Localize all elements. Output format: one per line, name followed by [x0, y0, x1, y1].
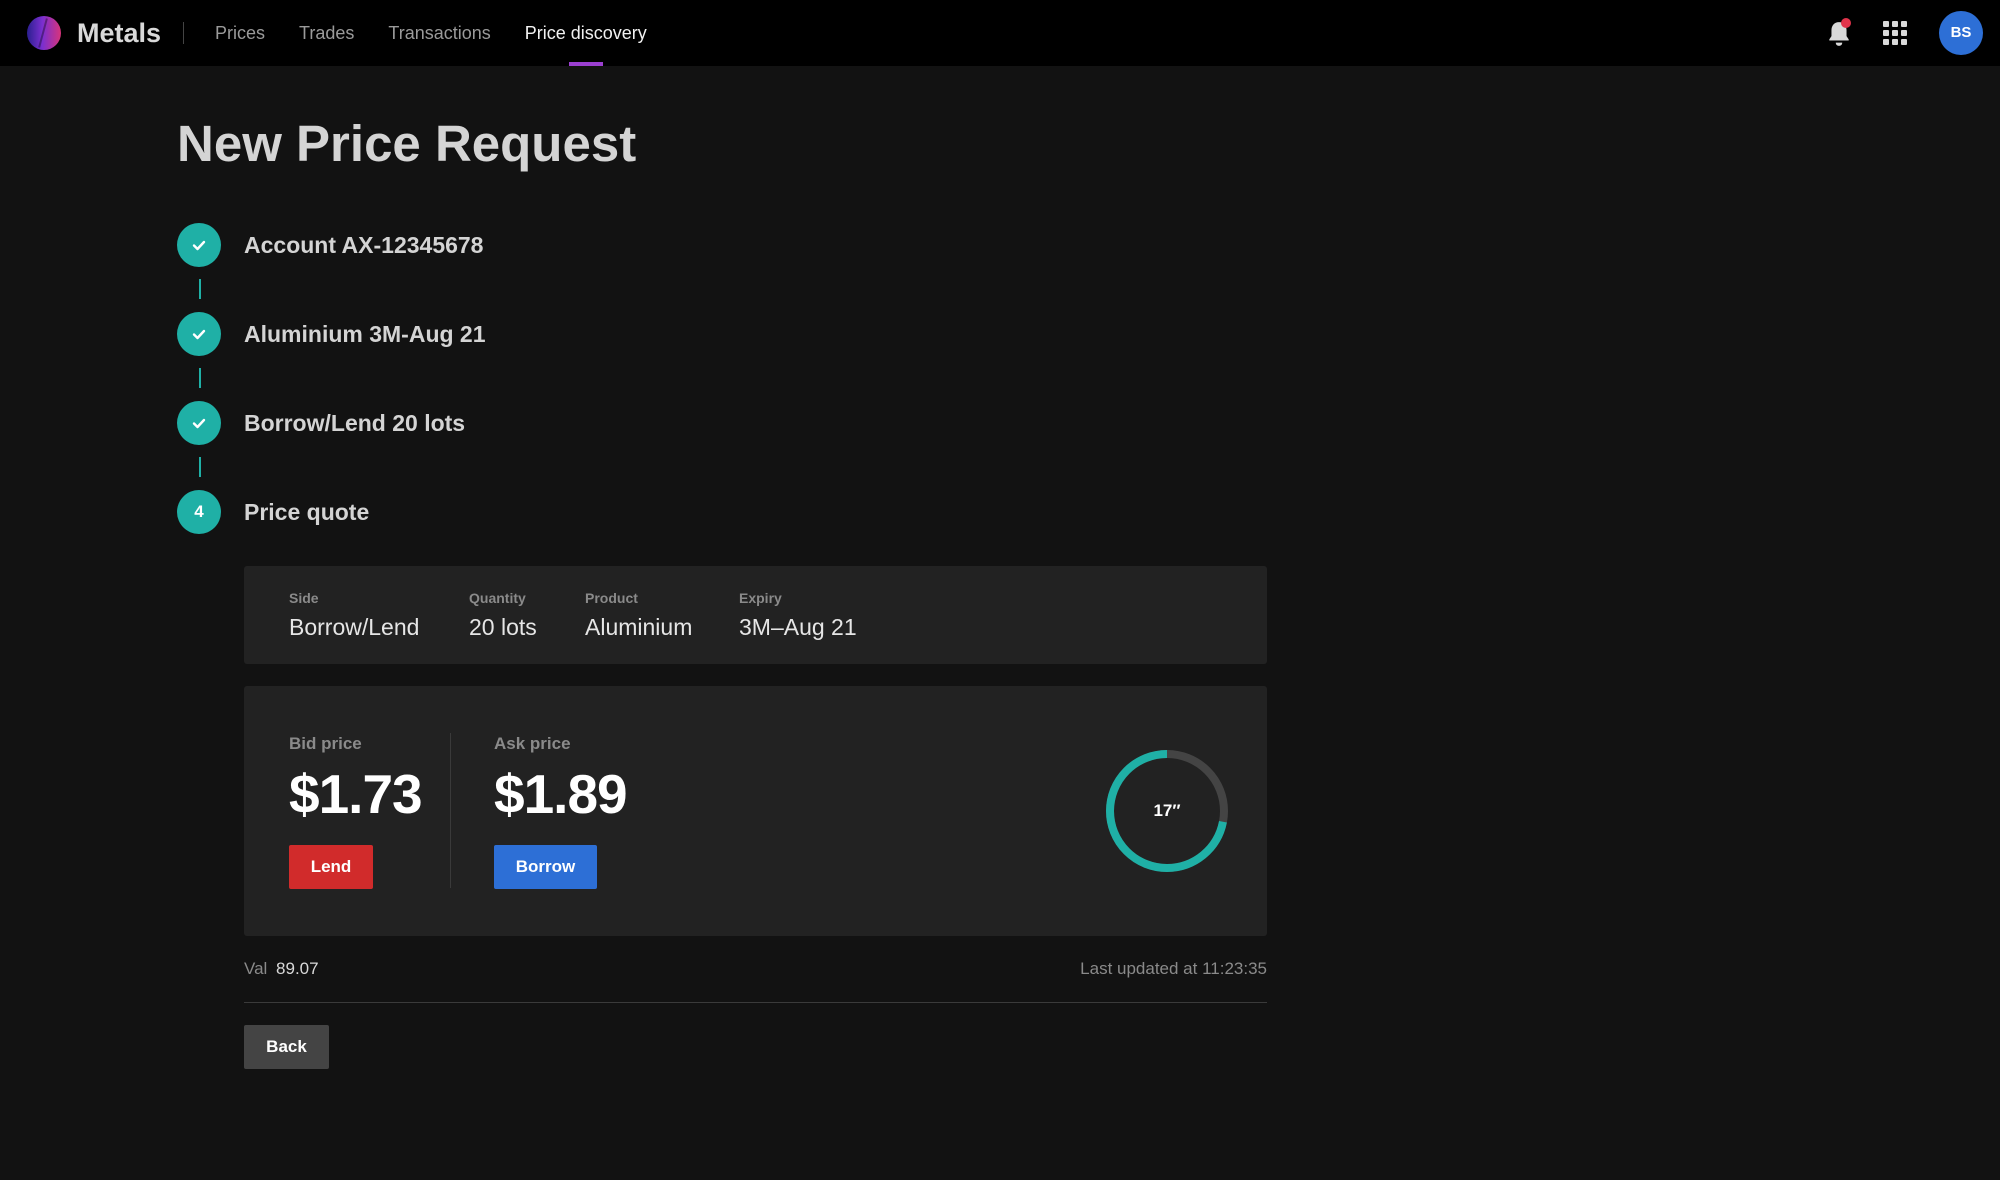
bid-price-value: $1.73 [289, 763, 423, 825]
ask-price-block: Ask price $1.89 [494, 734, 628, 826]
notification-dot [1841, 18, 1851, 28]
page-title: New Price Request [177, 115, 637, 172]
app-name[interactable]: Metals [77, 16, 161, 50]
field-label: Side [289, 590, 319, 606]
check-icon [192, 329, 206, 340]
price-quote-panel: Bid price $1.73 Lend Ask price $1.89 Bor… [244, 686, 1267, 936]
summary-product: Product Aluminium [585, 590, 692, 642]
quote-summary-panel: Side Borrow/Lend Quantity 20 lots Produc… [244, 566, 1267, 664]
step-done-marker [177, 223, 221, 267]
field-value: 20 lots [469, 614, 537, 640]
step-done-marker [177, 401, 221, 445]
summary-quantity: Quantity 20 lots [469, 590, 537, 642]
field-label: Quantity [469, 590, 526, 606]
header-divider [183, 22, 184, 44]
summary-side: Side Borrow/Lend [289, 590, 419, 642]
step-label: Account AX-12345678 [244, 232, 484, 258]
nav-item-price-discovery[interactable]: Price discovery [525, 0, 647, 66]
val-readout: Val 89.07 [244, 958, 319, 980]
bid-price-block: Bid price $1.73 [289, 734, 423, 826]
grid-icon[interactable] [1883, 21, 1907, 45]
back-button[interactable]: Back [244, 1025, 329, 1069]
step-label: Borrow/Lend 20 lots [244, 410, 466, 436]
field-value: 3M–Aug 21 [739, 614, 857, 640]
ask-price-value: $1.89 [494, 763, 628, 825]
last-updated-text: Last updated at 11:23:35 [1080, 959, 1267, 978]
summary-expiry: Expiry 3M–Aug 21 [739, 590, 857, 642]
metals-logo-icon[interactable] [27, 16, 61, 50]
step-label: Aluminium 3M-Aug 21 [244, 321, 486, 347]
step-side-quantity: Borrow/Lend 20 lots [177, 401, 877, 445]
field-label: Expiry [739, 590, 782, 606]
avatar[interactable]: BS [1939, 11, 1983, 55]
field-value: Aluminium [585, 614, 693, 640]
check-icon [192, 418, 206, 429]
step-connector [199, 279, 201, 299]
val-value: 89.07 [276, 959, 319, 978]
footer-divider [244, 1002, 1267, 1003]
main-nav: Prices Trades Transactions Price discove… [215, 0, 681, 66]
nav-item-trades[interactable]: Trades [299, 0, 354, 66]
lend-button[interactable]: Lend [289, 845, 373, 889]
step-connector [199, 457, 201, 477]
field-label: Product [585, 590, 638, 606]
check-icon [192, 240, 206, 251]
step-done-marker [177, 312, 221, 356]
borrow-button[interactable]: Borrow [494, 845, 597, 889]
step-price-quote: 4 Price quote [177, 490, 877, 534]
val-label: Val [244, 959, 268, 978]
field-value: Borrow/Lend [289, 614, 420, 640]
nav-item-prices[interactable]: Prices [215, 0, 265, 66]
step-product: Aluminium 3M-Aug 21 [177, 312, 877, 356]
step-account: Account AX-12345678 [177, 223, 877, 267]
ask-price-label: Ask price [494, 734, 571, 753]
step-number-marker: 4 [177, 490, 221, 534]
step-connector [199, 368, 201, 388]
bid-price-label: Bid price [289, 734, 362, 753]
countdown-timer-text: 17″ [1153, 801, 1181, 820]
nav-item-transactions[interactable]: Transactions [388, 0, 490, 66]
step-label: Price quote [244, 499, 370, 525]
top-bar: Metals Prices Trades Transactions Price … [0, 0, 2000, 66]
price-divider [450, 733, 451, 888]
